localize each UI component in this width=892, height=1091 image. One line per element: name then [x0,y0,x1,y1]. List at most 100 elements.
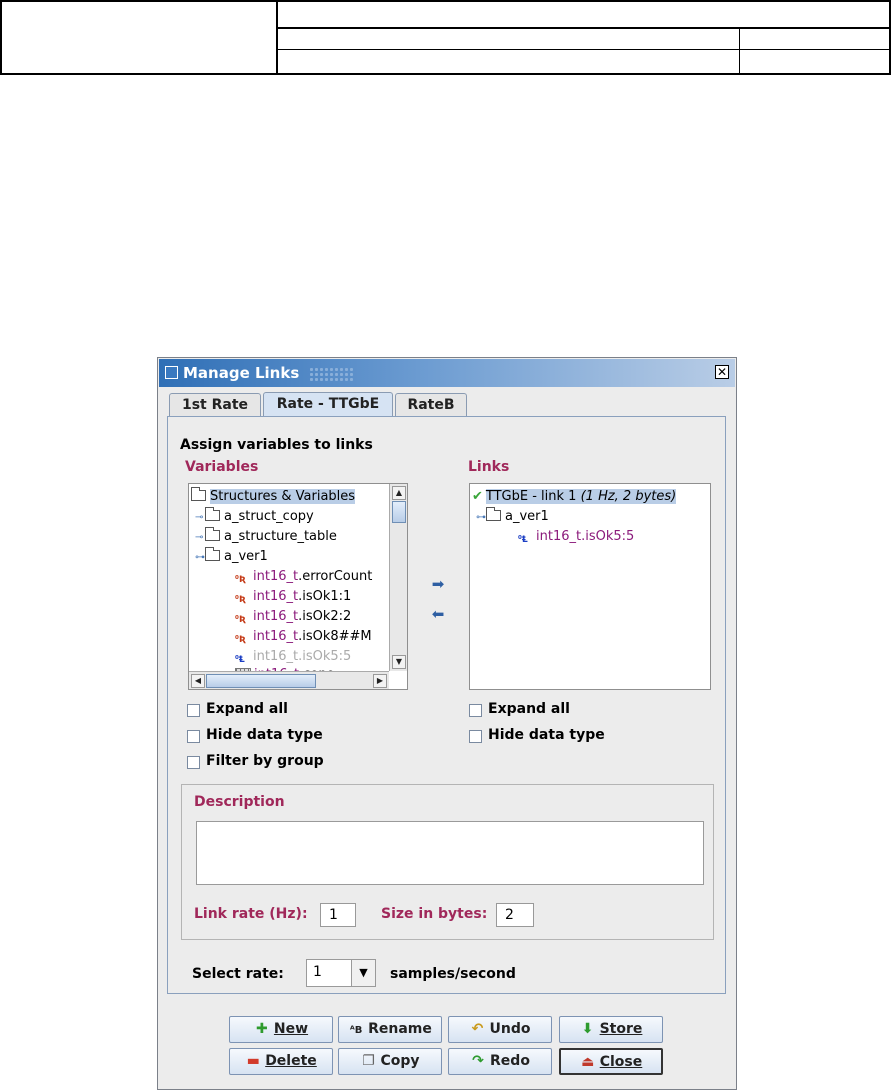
add-to-link-arrow-icon[interactable]: ➡ [428,577,448,592]
tree-node[interactable]: ⊶ a_ver1 [195,547,268,567]
table-divider [278,49,891,50]
tree-label: .isOk5:5 [298,649,352,664]
copy-button[interactable]: ❐ Copy [338,1048,442,1075]
dialog-title: Manage Links [183,364,300,382]
type-label: int16_t [253,589,299,604]
undo-button[interactable]: ↶ Undo [448,1016,552,1043]
links-expand-all-checkbox[interactable] [469,704,482,717]
button-label: Store [599,1021,643,1037]
type-label: int16_t [253,609,299,624]
delete-button[interactable]: ▬ Delete [229,1048,333,1075]
tree-label: .errorCount [298,569,373,584]
expand-all-label: Expand all [206,701,288,717]
scroll-right-icon[interactable]: ▶ [373,674,387,688]
size-in-bytes-label: Size in bytes: [381,906,488,922]
folder-icon [205,527,220,541]
tree-label: .isOk5:5 [581,529,635,544]
scroll-thumb[interactable] [392,501,406,523]
tree-label: a_ver1 [224,549,268,564]
expand-icon[interactable]: ⊸ [195,509,205,527]
close-button[interactable]: ⏏ Close [559,1048,663,1075]
collapse-icon[interactable]: ⊶ [476,509,486,527]
title-bar[interactable]: Manage Links ✕ [159,359,735,387]
link-name: TTGbE - link 1 [485,489,581,504]
redo-icon: ↷ [472,1053,484,1069]
tree-node[interactable]: ⊸ a_structure_table [195,527,337,547]
expand-all-checkbox[interactable] [187,704,200,717]
variable-blue-icon: ⁰Ⱡ [518,535,528,545]
scroll-down-icon[interactable]: ▼ [392,655,406,669]
copy-icon: ❐ [362,1053,375,1069]
tree-node-root[interactable]: Structures & Variables [191,487,356,506]
tree-node[interactable]: ⁰Ⱡ int16_t.isOk5:5 [518,528,634,546]
folder-icon [486,507,501,521]
scroll-left-icon[interactable]: ◀ [191,674,205,688]
tree-label: a_structure_table [224,529,337,544]
scroll-thumb[interactable] [206,674,316,688]
description-group: Description Link rate (Hz): 1 Size in by… [181,784,714,940]
tree-node-disabled[interactable]: ⁰Ⱡ int16_t.isOk5:5 [235,648,351,666]
links-tree[interactable]: ✔ TTGbE - link 1 (1 Hz, 2 bytes) ⊶ a_ver1 … [469,483,711,690]
links-hide-data-type-checkbox[interactable] [469,730,482,743]
tree-label: a_struct_copy [224,509,314,524]
link-rate-field[interactable]: 1 [320,903,356,927]
hide-data-type-checkbox[interactable] [187,730,200,743]
tree-node[interactable]: ⁰Ʀ int16_t.isOk8##M [235,628,372,646]
select-rate-label: Select rate: [192,966,284,982]
link-node[interactable]: ✔ TTGbE - link 1 (1 Hz, 2 bytes) [472,488,677,506]
variables-tree[interactable]: Structures & Variables ⊸ a_struct_copy ⊸ a… [188,483,408,690]
filter-by-group-label: Filter by group [206,753,324,769]
tree-node[interactable]: ⊶ a_ver1 [476,507,549,527]
close-window-icon[interactable]: ✕ [715,365,729,379]
link-rate-label: Link rate (Hz): [194,906,308,922]
links-expand-all-label: Expand all [488,701,570,717]
folder-icon [191,487,206,501]
description-label: Description [194,794,285,810]
description-textarea[interactable] [196,821,704,885]
tree-label: .isOk8##M [298,629,372,644]
store-button[interactable]: ⬇ Store [559,1016,663,1043]
tree-node[interactable]: ⁰Ʀ int16_t.isOk2:2 [235,608,351,626]
link-info: (1 Hz, 2 bytes) [580,489,677,504]
links-hide-data-type-label: Hide data type [488,727,605,743]
button-label: Copy [380,1053,420,1069]
size-in-bytes-field[interactable]: 2 [496,903,534,927]
tab-1st-rate[interactable]: 1st Rate [169,393,261,416]
type-label: int16_t [536,529,582,544]
scroll-up-icon[interactable]: ▲ [392,486,406,500]
rename-button[interactable]: ᴬB Rename [338,1016,442,1043]
undo-icon: ↶ [471,1021,484,1037]
button-label: New [273,1021,309,1037]
assign-heading: Assign variables to links [180,437,373,453]
tab-rate-ttgbe[interactable]: Rate - TTGbE [263,392,393,417]
filter-by-group-checkbox[interactable] [187,756,200,769]
plus-icon: ✚ [256,1021,268,1037]
tree-node[interactable]: ⁰Ʀ int16_t.isOk1:1 [235,588,351,606]
vertical-scrollbar[interactable]: ▲ ▼ [389,484,407,671]
variables-label: Variables [185,459,259,475]
link-label: TTGbE - link 1 (1 Hz, 2 bytes) [485,489,677,504]
table-divider [278,27,891,29]
tree-node[interactable]: ⊸ a_struct_copy [195,507,314,527]
tree-node[interactable]: ⁰Ʀ int16_t.errorCount [235,568,372,586]
expand-icon[interactable]: ⊸ [195,529,205,547]
folder-icon [205,507,220,521]
hide-data-type-label: Hide data type [206,727,323,743]
horizontal-scrollbar[interactable]: ◀ ▶ [189,671,389,689]
redo-button[interactable]: ↷ Redo [448,1048,552,1075]
new-button[interactable]: ✚ New [229,1016,333,1043]
type-label: int16_t [253,649,299,664]
remove-from-link-arrow-icon[interactable]: ⬅ [428,607,448,622]
collapse-icon[interactable]: ⊶ [195,549,205,567]
window-icon [165,366,178,379]
chevron-down-icon[interactable]: ▼ [351,960,375,986]
links-label: Links [468,459,510,475]
type-label: int16_t [253,569,299,584]
tab-rateb[interactable]: RateB [395,393,467,416]
variable-blue-icon: ⁰Ⱡ [235,655,245,665]
samples-per-second-label: samples/second [390,966,516,982]
variable-red-icon: ⁰Ʀ [235,615,246,625]
folder-icon [205,547,220,561]
select-rate-combo[interactable]: 1 ▼ [306,959,376,987]
button-label: Delete [265,1053,317,1069]
